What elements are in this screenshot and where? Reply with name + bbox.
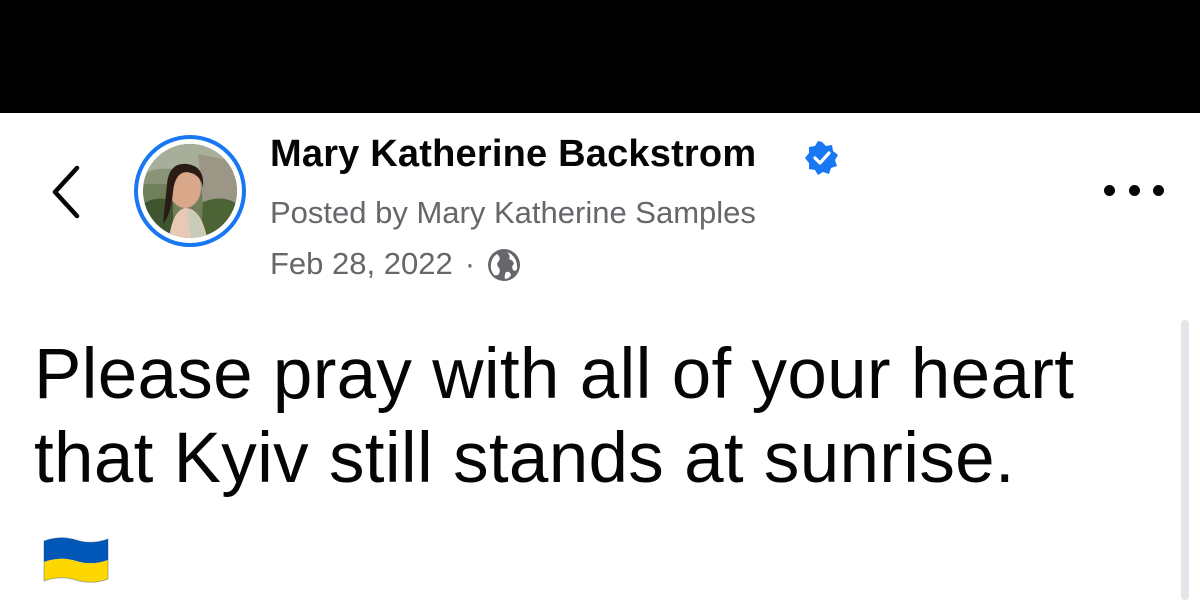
avatar-photo: [143, 144, 237, 238]
author-name[interactable]: Mary Katherine Backstrom: [270, 133, 756, 176]
more-options-button[interactable]: [1104, 176, 1164, 204]
verified-badge-icon: [805, 141, 838, 175]
ukraine-flag-emoji: [43, 537, 109, 583]
post-date[interactable]: Feb 28, 2022: [270, 246, 453, 282]
more-dot: [1104, 184, 1115, 196]
globe-icon[interactable]: [487, 248, 521, 282]
meta-separator: ·: [464, 246, 476, 281]
scrollbar[interactable]: [1181, 320, 1189, 600]
back-button[interactable]: [44, 160, 88, 224]
top-black-bar: [0, 0, 1200, 113]
post-text: Please pray with all of your heart that …: [34, 335, 1075, 498]
more-dot: [1153, 184, 1164, 196]
posted-by-text: Posted by Mary Katherine Samples: [270, 195, 756, 230]
chevron-left-icon: [52, 165, 80, 219]
more-dot: [1128, 184, 1140, 196]
post-meta: Feb 28, 2022 ·: [270, 244, 521, 284]
author-avatar[interactable]: [134, 135, 246, 247]
